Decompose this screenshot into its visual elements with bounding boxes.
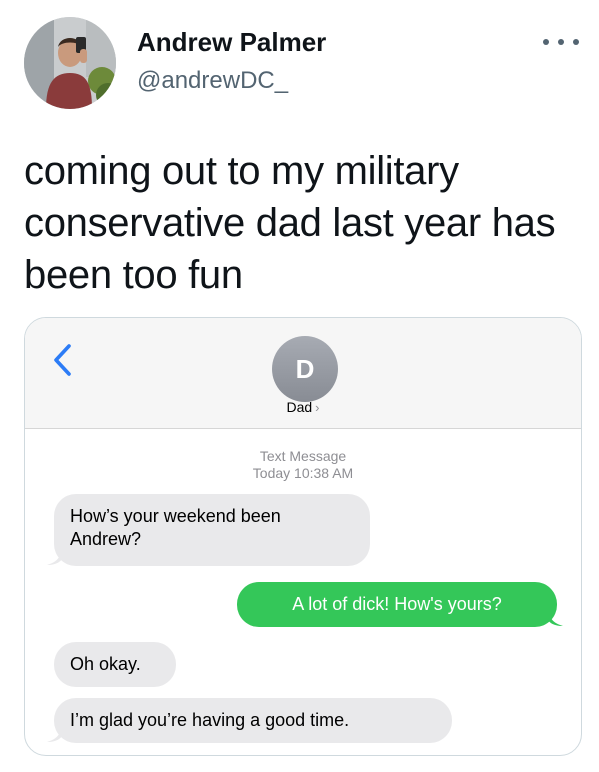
contact-avatar[interactable]: D	[272, 336, 338, 402]
tweet-text: coming out to my military conservative d…	[24, 149, 556, 297]
messages-header: D Dad ›	[25, 318, 581, 429]
more-dot	[543, 39, 549, 45]
chevron-right-icon: ›	[315, 400, 320, 415]
author-avatar[interactable]	[24, 17, 116, 109]
tweet-media-image[interactable]: D Dad › Text Message Today 10:38 AM How’s…	[24, 317, 582, 756]
message-bubble-incoming: I’m glad you’re having a good time.	[54, 698, 452, 743]
message-timestamp: Today 10:38 AM	[252, 465, 354, 481]
more-dot	[573, 39, 579, 45]
contact-name-row[interactable]: Dad ›	[25, 399, 581, 415]
more-dot	[558, 39, 564, 45]
more-horizontal-icon[interactable]	[543, 32, 579, 52]
chevron-left-icon[interactable]	[49, 342, 77, 378]
message-bubble-incoming: How’s your weekend been Andrew?	[54, 494, 370, 566]
message-bubble-outgoing: A lot of dick! How's yours?	[237, 582, 557, 627]
author-handle[interactable]: @andrewDC_	[137, 67, 288, 95]
author-name[interactable]: Andrew Palmer	[137, 27, 326, 58]
message-type-label: Text Message	[259, 448, 347, 464]
avatar-photo	[24, 17, 116, 109]
contact-name: Dad	[286, 399, 313, 415]
message-bubble-incoming: Oh okay.	[54, 642, 176, 687]
